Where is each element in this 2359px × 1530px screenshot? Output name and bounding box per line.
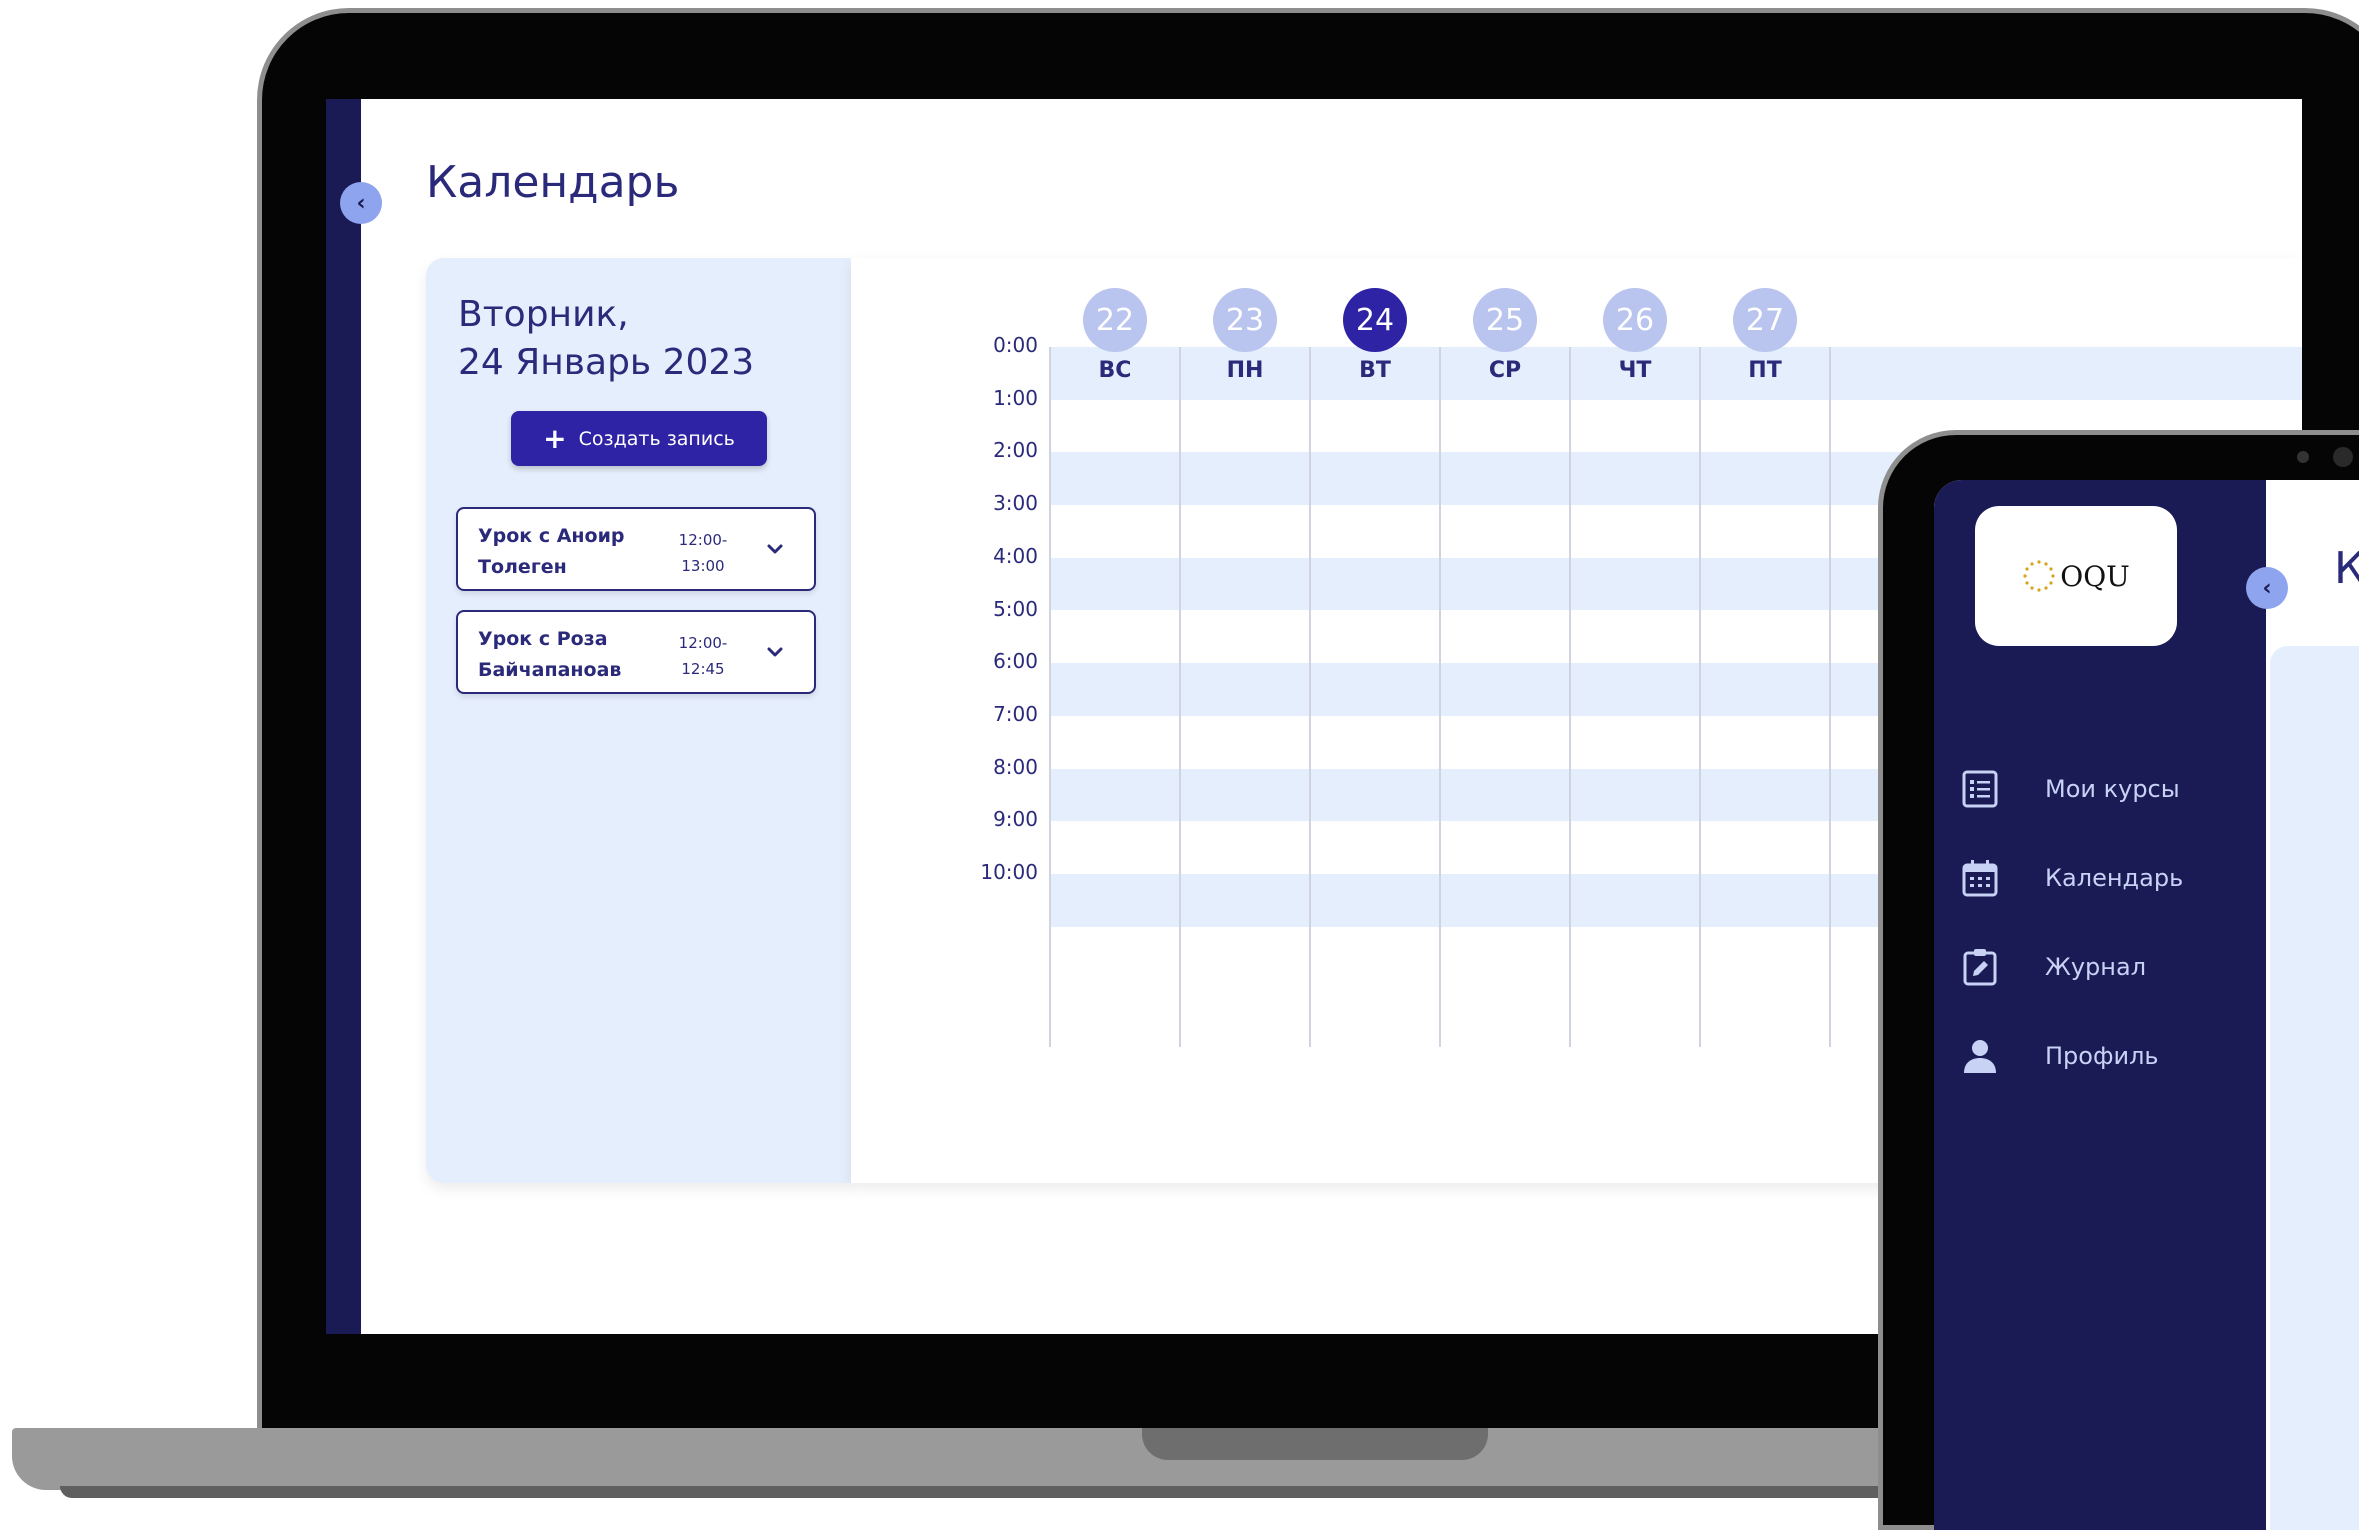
time-label: 5:00 [993, 596, 1038, 621]
sidebar-item-label: Календарь [2045, 864, 2184, 892]
time-label: 2:00 [993, 438, 1038, 463]
day-header[interactable]: 27 ПТ [1715, 288, 1815, 383]
create-entry-label: Создать запись [578, 427, 735, 450]
event-card[interactable]: Урок с Аноир Толеген 12:00- 13:00 [456, 507, 816, 591]
event-time: 12:00- 13:00 [678, 531, 728, 575]
laptop-notch [1142, 1428, 1488, 1460]
day-header[interactable]: 22 ВС [1065, 288, 1165, 383]
tablet-screen: OQU Мои курсы Календарь Журнал Профиль ‹… [1934, 480, 2359, 1530]
column-divider [1439, 347, 1441, 1047]
logo-sun-icon [2023, 560, 2055, 592]
clipboard-edit-icon [1963, 949, 1997, 986]
time-label: 8:00 [993, 754, 1038, 779]
time-label: 0:00 [993, 333, 1038, 357]
time-label: 7:00 [993, 701, 1038, 726]
user-icon [1964, 1040, 1996, 1073]
calendar-icon [1962, 860, 1998, 897]
column-divider [1179, 347, 1181, 1047]
day-panel [2270, 646, 2359, 1530]
day-name: ВС [1098, 358, 1132, 383]
chevron-down-icon[interactable] [763, 537, 787, 561]
create-entry-button[interactable]: + Создать запись [511, 411, 767, 466]
sidebar: OQU Мои курсы Календарь Журнал Профиль [1934, 480, 2266, 1530]
day-number[interactable]: 25 [1473, 288, 1537, 352]
day-header[interactable]: 23 ПН [1195, 288, 1295, 383]
day-number[interactable]: 23 [1213, 288, 1277, 352]
time-label: 9:00 [993, 807, 1038, 832]
sidebar-item-label: Журнал [2045, 953, 2147, 981]
sidebar-item-my-courses[interactable]: Мои курсы [1960, 764, 2180, 814]
day-name: СР [1488, 358, 1522, 383]
sidebar-toggle-button[interactable]: ‹ [2246, 567, 2288, 609]
list-icon [1962, 770, 1998, 808]
sidebar-item-journal[interactable]: Журнал [1960, 942, 2146, 992]
day-header[interactable]: 25 СР [1455, 288, 1555, 383]
camera-dot [2297, 451, 2309, 463]
selected-date: Вторник, 24 Январь 2023 [458, 291, 838, 387]
day-name: ЧТ [1618, 358, 1652, 383]
event-name: Урок с Роза Байчапаноав [478, 628, 622, 681]
time-label: 4:00 [993, 543, 1038, 568]
event-time: 12:00- 12:45 [678, 634, 728, 678]
day-name: ВТ [1359, 358, 1391, 383]
day-number[interactable]: 27 [1733, 288, 1797, 352]
logo-text: OQU [2060, 559, 2130, 593]
chevron-left-icon: ‹ [2262, 575, 2272, 601]
collapsed-sidebar [326, 99, 361, 1334]
day-name: ПТ [1748, 358, 1782, 383]
time-label: 3:00 [993, 491, 1038, 516]
camera-lens [2333, 447, 2353, 467]
chevron-left-icon: ‹ [356, 190, 366, 216]
column-divider [1829, 347, 1831, 1047]
sidebar-item-label: Мои курсы [2045, 775, 2180, 803]
day-number[interactable]: 22 [1083, 288, 1147, 352]
event-name: Урок с Аноир Толеген [478, 525, 625, 578]
day-number[interactable]: 24 [1343, 288, 1407, 352]
sidebar-toggle-button[interactable]: ‹ [340, 182, 382, 224]
day-name: ПН [1226, 358, 1264, 383]
time-label: 1:00 [993, 385, 1038, 410]
column-divider [1049, 347, 1051, 1047]
sidebar-item-label: Профиль [2045, 1042, 2159, 1070]
sidebar-item-calendar[interactable]: Календарь [1960, 853, 2183, 903]
time-label: 10:00 [980, 860, 1038, 884]
day-number[interactable]: 26 [1603, 288, 1667, 352]
selected-weekday: Вторник, [458, 294, 629, 335]
selected-date-text: 24 Январь 2023 [458, 342, 755, 383]
sidebar-item-profile[interactable]: Профиль [1960, 1031, 2159, 1081]
day-panel [426, 258, 851, 1183]
column-divider [1569, 347, 1571, 1047]
logo[interactable]: OQU [1975, 506, 2177, 646]
day-header[interactable]: 26 ЧТ [1585, 288, 1685, 383]
column-divider [1699, 347, 1701, 1047]
page-title: К [2334, 543, 2359, 594]
time-label: 6:00 [993, 649, 1038, 674]
event-card[interactable]: Урок с Роза Байчапаноав 12:00- 12:45 [456, 610, 816, 694]
day-header[interactable]: 24 ВТ [1325, 288, 1425, 383]
chevron-down-icon[interactable] [763, 640, 787, 664]
page-title: Календарь [426, 157, 680, 208]
plus-icon: + [543, 421, 567, 455]
column-divider [1309, 347, 1311, 1047]
